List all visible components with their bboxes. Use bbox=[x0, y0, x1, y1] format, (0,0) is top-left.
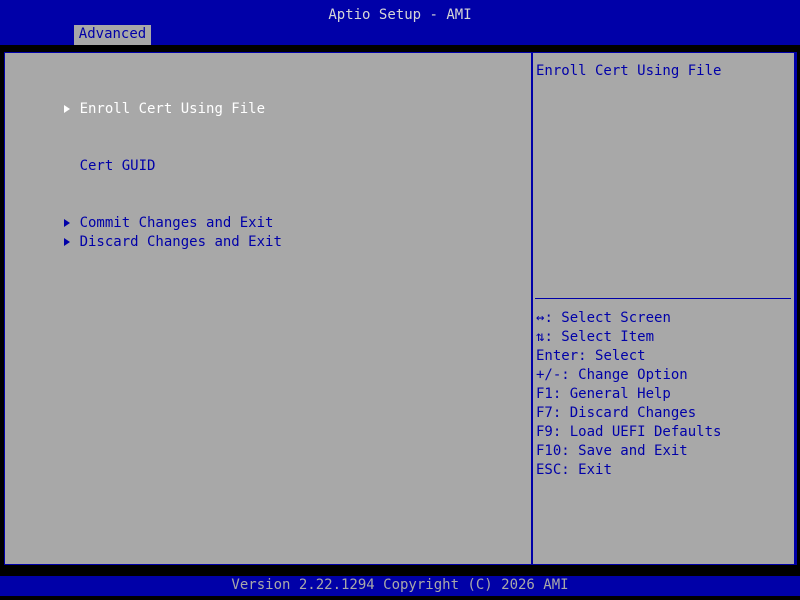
help-separator bbox=[535, 298, 791, 299]
submenu-arrow-icon bbox=[63, 100, 73, 119]
header-bar: Aptio Setup - AMI Advanced bbox=[0, 0, 800, 45]
key-hint-f10: F10: Save and Exit bbox=[536, 443, 688, 459]
menu-item-label: Enroll Cert Using File bbox=[79, 101, 266, 117]
help-text: Enroll Cert Using File bbox=[536, 63, 722, 79]
key-hint-f1: F1: General Help bbox=[536, 386, 671, 402]
menu-item-cert-guid: Cert GUID bbox=[12, 138, 156, 174]
key-hint-f9: F9: Load UEFI Defaults bbox=[536, 424, 722, 440]
app-title: Aptio Setup - AMI bbox=[328, 7, 472, 23]
menu-item-label: Discard Changes and Exit bbox=[79, 234, 282, 250]
key-hint-enter: Enter: Select bbox=[536, 348, 646, 364]
menu-item-label: Cert GUID bbox=[79, 158, 156, 174]
key-hint-f7: F7: Discard Changes bbox=[536, 405, 697, 421]
pane-divider bbox=[531, 52, 533, 565]
key-hint-change-option: +/-: Change Option bbox=[536, 367, 688, 383]
key-hint-select-screen: ↔: Select Screen bbox=[536, 310, 671, 326]
submenu-arrow-icon bbox=[63, 233, 73, 252]
version-text: Version 2.22.1294 Copyright (C) 2026 AMI bbox=[231, 577, 569, 593]
footer-bar: Version 2.22.1294 Copyright (C) 2026 AMI bbox=[0, 576, 800, 596]
key-hint-esc: ESC: Exit bbox=[536, 462, 612, 478]
menu-item-discard-changes[interactable]: Discard Changes and Exit bbox=[12, 214, 282, 250]
tab-advanced[interactable]: Advanced bbox=[74, 25, 151, 45]
key-legend: ↔: Select Screen ⇅: Select Item Enter: S… bbox=[536, 309, 721, 480]
key-hint-select-item: ⇅: Select Item bbox=[536, 329, 655, 345]
menu-item-commit-changes[interactable]: Commit Changes and Exit bbox=[12, 195, 273, 231]
menu-item-enroll-cert[interactable]: Enroll Cert Using File bbox=[12, 81, 265, 117]
